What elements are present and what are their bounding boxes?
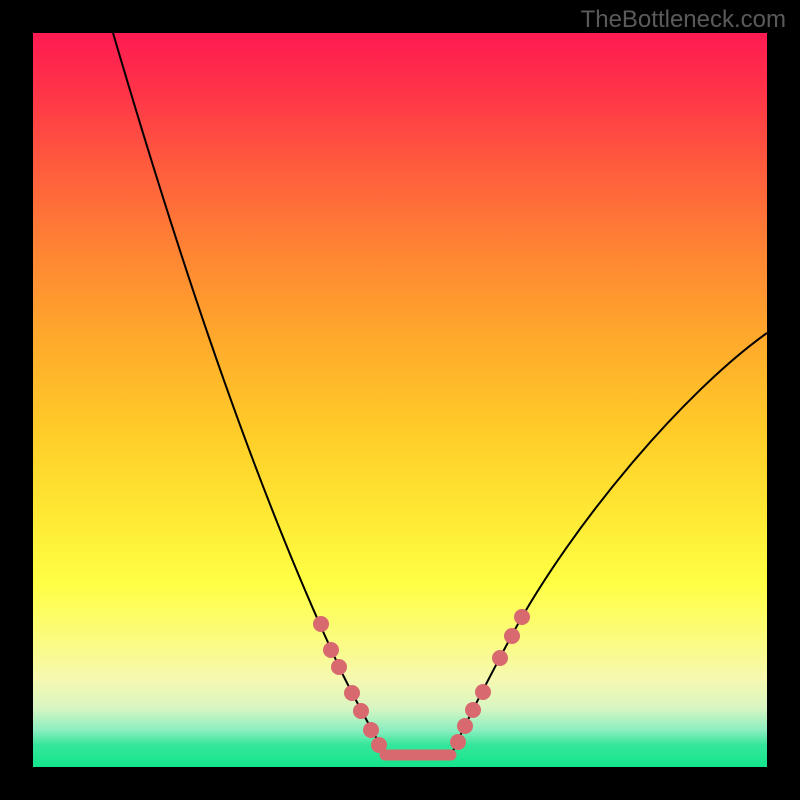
marker-dot xyxy=(353,703,369,719)
markers-right-group xyxy=(450,609,530,750)
plot-area xyxy=(33,33,767,767)
left-curve xyxy=(113,33,383,751)
marker-dot xyxy=(504,628,520,644)
right-curve xyxy=(453,333,767,751)
marker-dot xyxy=(323,642,339,658)
marker-dot xyxy=(465,702,481,718)
marker-dot xyxy=(331,659,347,675)
marker-dot xyxy=(450,734,466,750)
marker-dot xyxy=(475,684,491,700)
marker-dot xyxy=(363,722,379,738)
chart-svg xyxy=(33,33,767,767)
marker-dot xyxy=(514,609,530,625)
marker-dot xyxy=(371,737,387,753)
marker-dot xyxy=(457,718,473,734)
watermark-text: TheBottleneck.com xyxy=(581,6,786,34)
marker-dot xyxy=(344,685,360,701)
markers-left-group xyxy=(313,616,387,753)
marker-dot xyxy=(313,616,329,632)
marker-dot xyxy=(492,650,508,666)
